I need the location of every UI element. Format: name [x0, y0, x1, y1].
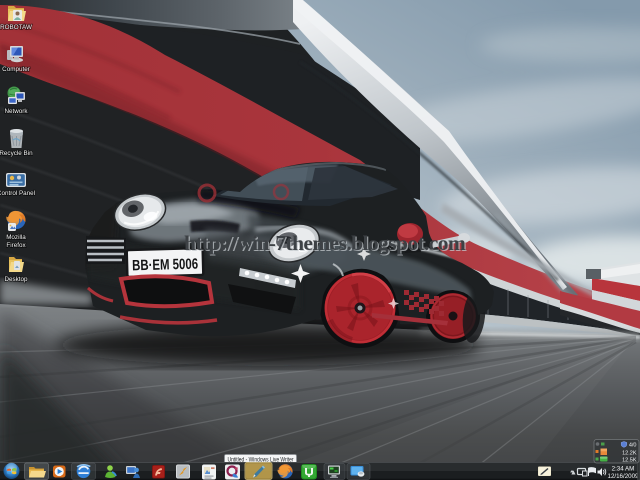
svg-text:12.2K: 12.2K — [622, 451, 637, 457]
svg-text:Firefox: Firefox — [6, 242, 26, 249]
svg-text:4/0: 4/0 — [629, 443, 637, 449]
svg-text:Recycle Bin: Recycle Bin — [0, 150, 33, 157]
svg-text:Computer: Computer — [2, 66, 30, 73]
svg-text:12.5K: 12.5K — [622, 458, 637, 464]
svg-text:Network: Network — [4, 108, 28, 115]
svg-text:BB·EM 5006: BB·EM 5006 — [132, 256, 198, 275]
svg-text:▲: ▲ — [570, 470, 577, 477]
svg-text:12/16/2009: 12/16/2009 — [608, 473, 640, 480]
svg-text:ROBOTAW: ROBOTAW — [0, 24, 32, 31]
svg-text:Desktop: Desktop — [4, 276, 28, 283]
svg-text:http://win-7themes.blogspot.co: http://win-7themes.blogspot.com — [184, 231, 466, 255]
svg-text:Control Panel: Control Panel — [0, 190, 35, 197]
svg-text:2:34 AM: 2:34 AM — [612, 465, 635, 472]
svg-text:Mozilla: Mozilla — [6, 234, 26, 241]
